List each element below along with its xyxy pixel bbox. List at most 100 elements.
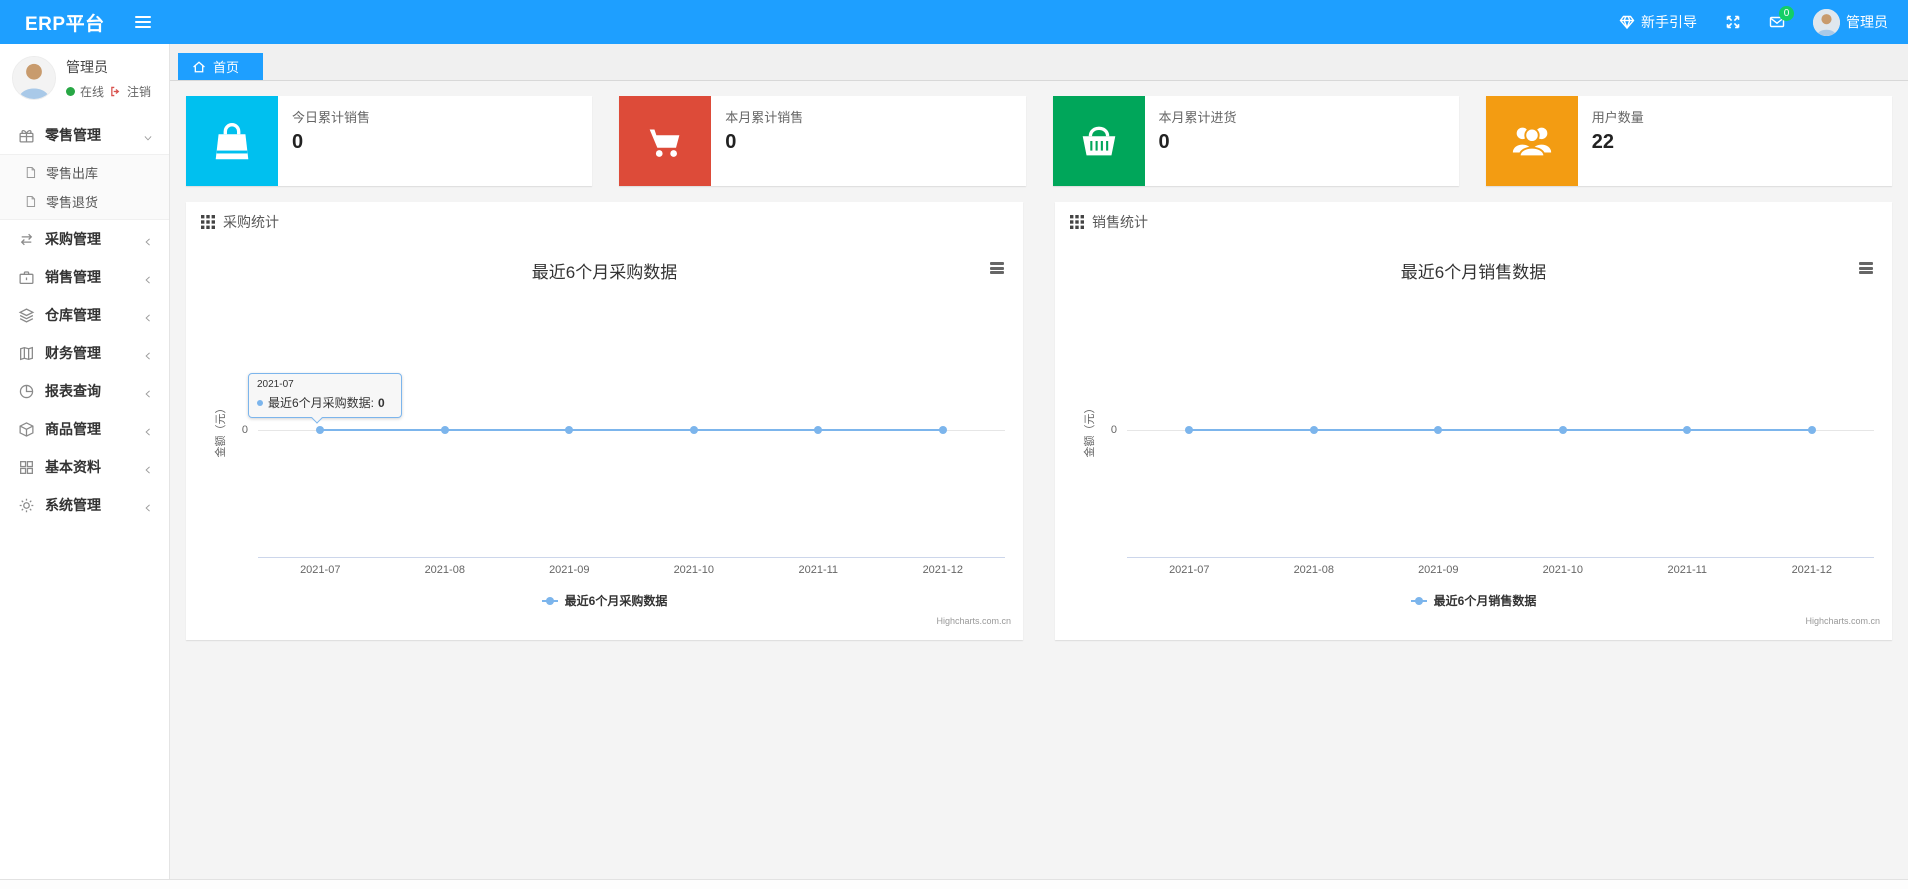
x-axis-label: 2021-12 <box>922 564 963 576</box>
sidebar-item-warehouse-management[interactable]: 仓库管理 <box>0 296 169 334</box>
stat-card-user-count[interactable]: 用户数量 22 <box>1485 96 1892 186</box>
sidebar-item-sales-management[interactable]: 销售管理 <box>0 258 169 296</box>
x-axis-labels: 2021-07 2021-08 2021-09 2021-10 2021-11 2021-… <box>258 564 1005 578</box>
menu-label: 报表查询 <box>45 383 101 399</box>
legend-symbol <box>541 596 558 605</box>
guide-label: 新手引导 <box>1641 14 1697 30</box>
tooltip-date: 2021-07 <box>257 379 294 390</box>
sign-out-icon <box>109 85 122 98</box>
message-count-badge: 0 <box>1779 6 1794 21</box>
x-axis-label: 2021-09 <box>1418 564 1459 576</box>
sidebar-item-report-query[interactable]: 报表查询 <box>0 372 169 410</box>
chevron-left-icon <box>143 348 153 360</box>
stat-value: 0 <box>292 131 304 153</box>
cart-icon <box>619 96 712 186</box>
sidebar-item-retail-outbound[interactable]: 零售出库 <box>0 158 169 187</box>
tooltip-value: 0 <box>378 395 385 410</box>
layers-icon <box>18 307 35 324</box>
chevron-left-icon <box>143 386 153 398</box>
data-point-marker[interactable] <box>1683 426 1692 434</box>
series-line <box>320 429 943 431</box>
legend-item[interactable]: 最近6个月采购数据 <box>186 592 1023 609</box>
sidebar-user-panel: 管理员 在线 注销 <box>0 44 169 114</box>
highcharts-credits-link[interactable]: Highcharts.com.cn <box>1805 616 1880 626</box>
x-axis-label: 2021-07 <box>1169 564 1210 576</box>
sidebar-item-finance-management[interactable]: 财务管理 <box>0 334 169 372</box>
stat-label: 本月累计销售 <box>725 110 804 125</box>
plot-area: 0 金额（元） 2021-07 最近6个月采购数据: 0 <box>215 242 1005 558</box>
chevron-down-icon <box>143 130 153 141</box>
shopping-bag-icon <box>186 96 278 186</box>
gear-icon <box>18 497 35 514</box>
data-point-marker[interactable] <box>1309 426 1318 434</box>
sidebar-item-system-management[interactable]: 系统管理 <box>0 486 169 524</box>
user-menu[interactable]: 管理员 <box>1813 8 1888 36</box>
menu-label: 仓库管理 <box>45 307 101 323</box>
guide-button[interactable]: 新手引导 <box>1619 12 1697 32</box>
plot-area: 0 金额（元） <box>1084 242 1874 558</box>
panel-header: 采购统计 <box>186 202 1023 242</box>
brand-logo[interactable]: ERP平台 <box>25 9 105 36</box>
main-content: 今日累计销售 0 本月累计销售 0 本月累计进货 0 用户数量 22 采购统计 … <box>170 81 1908 879</box>
chevron-left-icon <box>143 462 153 474</box>
data-point-marker[interactable] <box>1558 426 1567 434</box>
data-point-marker[interactable] <box>565 426 574 434</box>
basket-icon <box>1052 96 1145 186</box>
stat-card-month-purchase[interactable]: 本月累计进货 0 <box>1052 96 1459 186</box>
fullscreen-button[interactable] <box>1725 14 1741 30</box>
sidebar-item-retail-management[interactable]: 零售管理 <box>0 116 169 154</box>
legend-label: 最近6个月销售数据 <box>1433 594 1537 608</box>
purchase-chart: 最近6个月采购数据 0 金额（元） 2021-07 最近6个月采购数据: 0 2… <box>186 242 1023 640</box>
logout-link[interactable]: 注销 <box>127 83 151 100</box>
x-axis-line <box>1127 557 1874 558</box>
sales-stats-panel: 销售统计 最近6个月销售数据 0 金额（元） 2021-07 2021-08 202… <box>1055 202 1892 640</box>
sales-chart: 最近6个月销售数据 0 金额（元） 2021-07 2021-08 2021-09 2… <box>1055 242 1892 640</box>
stat-value: 0 <box>1158 131 1170 153</box>
file-icon <box>24 195 37 208</box>
sidebar-item-retail-return[interactable]: 零售退货 <box>0 187 169 216</box>
top-navbar: ERP平台 新手引导 0 管理员 <box>0 0 1908 44</box>
data-point-marker[interactable] <box>1185 426 1194 434</box>
panel-title: 销售统计 <box>1092 214 1148 230</box>
x-axis-label: 2021-08 <box>1293 564 1334 576</box>
data-point-marker[interactable] <box>689 426 698 434</box>
stat-cards-row: 今日累计销售 0 本月累计销售 0 本月累计进货 0 用户数量 22 <box>186 96 1892 186</box>
data-point-marker[interactable] <box>1434 426 1443 434</box>
stat-card-today-sales[interactable]: 今日累计销售 0 <box>186 96 593 186</box>
sidebar-item-purchase-management[interactable]: 采购管理 <box>0 220 169 258</box>
x-axis-label: 2021-10 <box>1542 564 1583 576</box>
data-point-marker[interactable] <box>1807 426 1816 434</box>
submenu-label: 零售出库 <box>46 166 99 181</box>
data-point-marker[interactable] <box>814 426 823 434</box>
purchase-stats-panel: 采购统计 最近6个月采购数据 0 金额（元） 2021-07 最近6个月采购数据… <box>186 202 1023 640</box>
chevron-left-icon <box>143 424 153 436</box>
user-avatar <box>1813 8 1840 36</box>
tab-home[interactable]: 首页 <box>178 53 264 80</box>
messages-button[interactable]: 0 <box>1769 6 1794 30</box>
briefcase-icon <box>18 269 35 286</box>
highcharts-credits-link[interactable]: Highcharts.com.cn <box>936 616 1011 626</box>
data-point-marker[interactable] <box>440 426 449 434</box>
legend-item[interactable]: 最近6个月销售数据 <box>1055 592 1892 609</box>
x-axis-label: 2021-11 <box>1667 564 1708 576</box>
menu-label: 财务管理 <box>45 345 101 361</box>
tab-bar: 首页 <box>170 44 1908 81</box>
menu-label: 零售管理 <box>45 127 101 143</box>
sidebar-toggle-icon[interactable] <box>134 16 151 28</box>
x-axis-labels: 2021-07 2021-08 2021-09 2021-10 2021-11 2021-… <box>1127 564 1874 578</box>
sidebar-item-basic-data[interactable]: 基本资料 <box>0 448 169 486</box>
stat-label: 用户数量 <box>1591 110 1644 125</box>
menu-label: 系统管理 <box>45 497 101 513</box>
data-point-marker[interactable] <box>938 426 947 434</box>
navbar-right: 新手引导 0 管理员 <box>1619 6 1888 36</box>
x-axis-label: 2021-12 <box>1791 564 1832 576</box>
sidebar-item-product-management[interactable]: 商品管理 <box>0 410 169 448</box>
stat-card-month-sales[interactable]: 本月累计销售 0 <box>619 96 1026 186</box>
chevron-left-icon <box>143 500 153 512</box>
x-axis-label: 2021-08 <box>424 564 465 576</box>
data-point-marker[interactable] <box>316 426 325 434</box>
online-status-dot <box>66 86 75 96</box>
legend-label: 最近6个月采购数据 <box>564 594 668 608</box>
chevron-left-icon <box>143 310 153 322</box>
sidebar-username: 管理员 <box>66 58 108 75</box>
